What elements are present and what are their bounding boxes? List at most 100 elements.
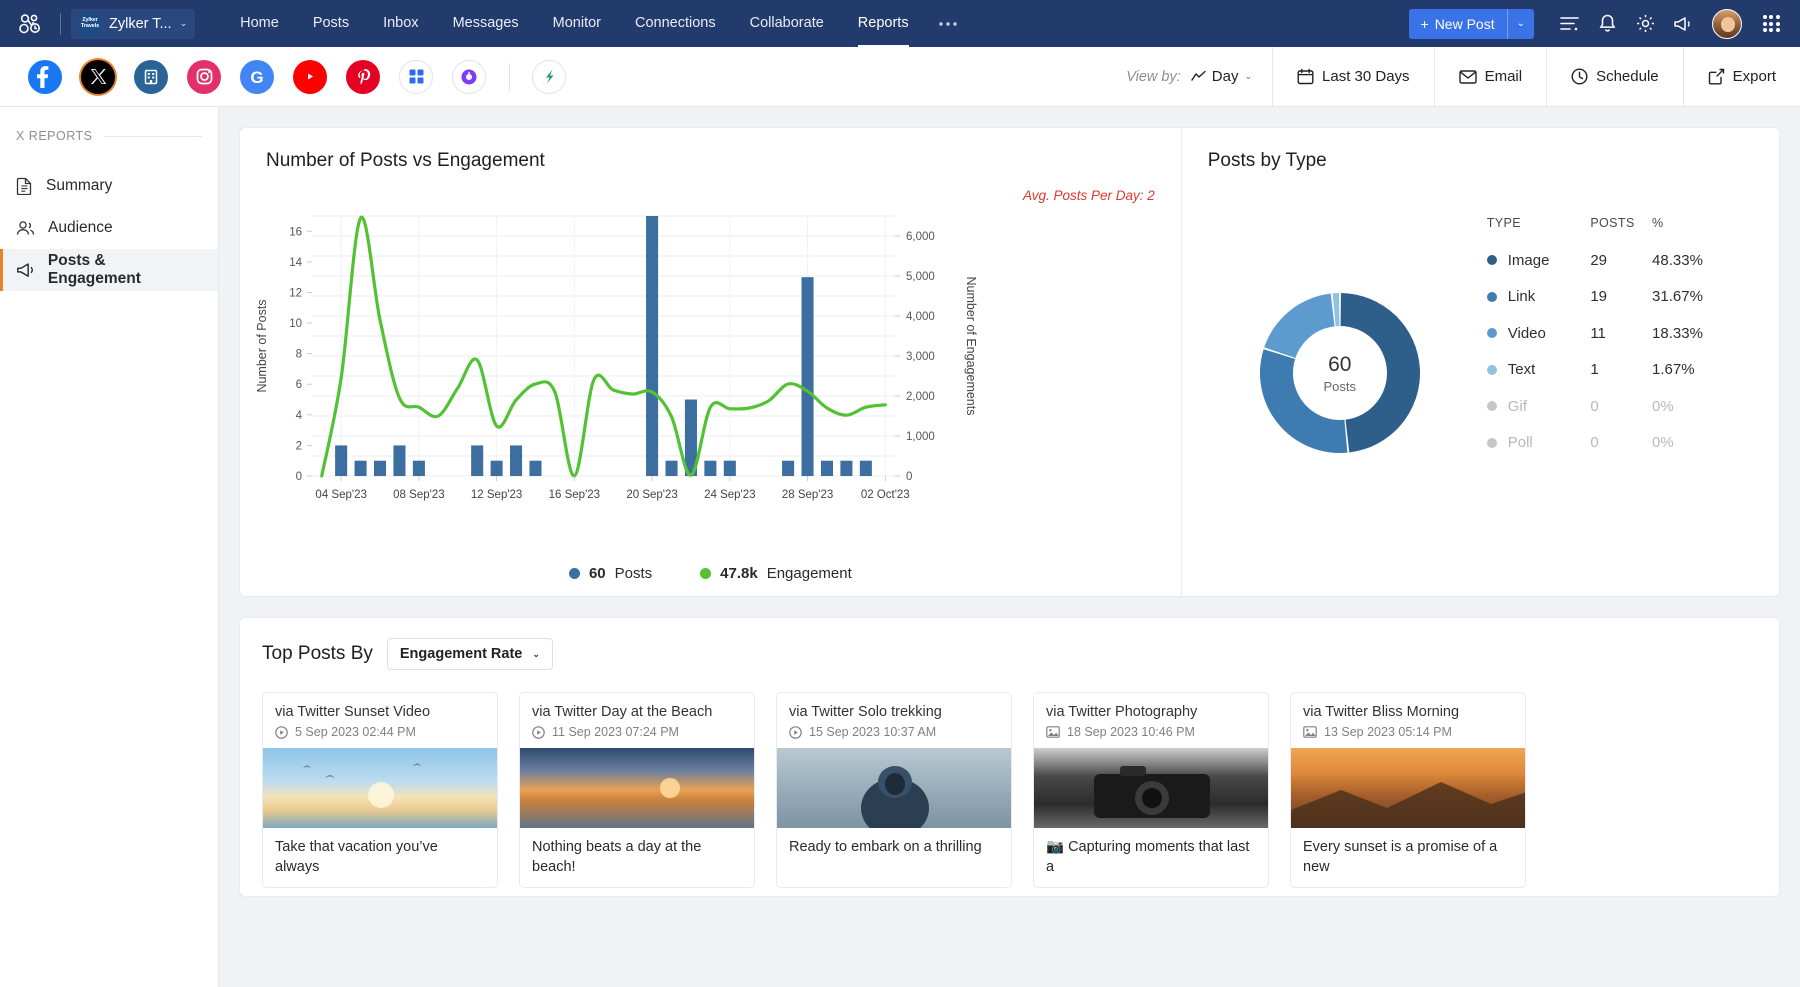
donut-total-value: 60 bbox=[1328, 352, 1352, 376]
sidebar-heading-rule bbox=[104, 135, 202, 137]
top-posts-panel: Top Posts By Engagement Rate ⌄ via Twitt… bbox=[239, 617, 1780, 897]
date-range-button[interactable]: Last 30 Days bbox=[1272, 46, 1434, 107]
posts-by-type-donut: 60 Posts bbox=[1200, 248, 1480, 498]
sidebar-item-label: Summary bbox=[46, 177, 113, 194]
svg-text:12: 12 bbox=[289, 287, 302, 299]
legend-item-engagement[interactable]: 47.8k Engagement bbox=[700, 565, 852, 582]
post-thumbnail bbox=[520, 748, 754, 828]
new-post-button[interactable]: + New Post ⌄ bbox=[1408, 8, 1534, 39]
post-text: 📷 Capturing moments that last a bbox=[1046, 839, 1250, 875]
svg-text:28 Sep'23: 28 Sep'23 bbox=[782, 489, 833, 501]
svg-text:10: 10 bbox=[289, 318, 302, 330]
channel-pinterest[interactable] bbox=[346, 59, 380, 94]
panel-title: Number of Posts vs Engagement bbox=[266, 150, 545, 171]
video-icon bbox=[275, 725, 288, 739]
gear-icon[interactable] bbox=[1628, 7, 1662, 41]
table-row[interactable]: Video 11 18.33% bbox=[1486, 315, 1722, 352]
brand-name: Zylker T... bbox=[109, 15, 172, 32]
chevron-down-icon: ⌄ bbox=[179, 18, 188, 28]
brand-logo: Zylker Travels bbox=[79, 12, 101, 35]
channel-divider bbox=[509, 62, 510, 91]
svg-text:2,000: 2,000 bbox=[906, 391, 935, 403]
megaphone-icon bbox=[17, 262, 33, 277]
app-logo-icon[interactable] bbox=[12, 9, 50, 39]
type-color-dot bbox=[1486, 328, 1497, 339]
posts-vs-engagement-panel: Number of Posts vs Engagement Avg. Posts… bbox=[240, 128, 1182, 596]
schedule-label: Schedule bbox=[1596, 68, 1659, 85]
svg-text:02 Oct'23: 02 Oct'23 bbox=[861, 489, 910, 501]
channel-x-twitter[interactable] bbox=[81, 59, 115, 94]
post-source: via Twitter Sunset Video bbox=[275, 704, 431, 720]
cell-type: Link bbox=[1507, 288, 1536, 306]
column-header-posts: POSTS bbox=[1590, 216, 1635, 230]
post-thumbnail bbox=[263, 748, 497, 828]
schedule-button[interactable]: Schedule bbox=[1546, 46, 1683, 107]
sidebar-item-posts-engagement[interactable]: Posts & Engagement bbox=[0, 249, 218, 291]
svg-text:24 Sep'23: 24 Sep'23 bbox=[704, 489, 755, 501]
channel-zoho-extra[interactable] bbox=[532, 59, 566, 94]
chevron-down-icon: ⌄ bbox=[532, 648, 540, 659]
nav-item-posts[interactable]: Posts bbox=[296, 0, 366, 47]
view-by-value: Day bbox=[1211, 68, 1239, 85]
svg-text:5,000: 5,000 bbox=[906, 271, 935, 283]
post-card[interactable]: via Twitter Photography 18 Sep 2023 10:4… bbox=[1033, 692, 1269, 889]
nav-item-inbox[interactable]: Inbox bbox=[366, 0, 435, 47]
top-posts-title: Top Posts By bbox=[262, 643, 373, 664]
post-date: 18 Sep 2023 10:46 PM bbox=[1067, 725, 1195, 739]
table-row[interactable]: Image 29 48.33% bbox=[1486, 242, 1722, 279]
video-icon bbox=[789, 725, 802, 739]
nav-item-home[interactable]: Home bbox=[223, 0, 296, 47]
nav-item-monitor[interactable]: Monitor bbox=[536, 0, 618, 47]
new-post-dropdown-icon[interactable]: ⌄ bbox=[1508, 18, 1534, 29]
user-avatar[interactable] bbox=[1712, 8, 1742, 39]
video-icon bbox=[532, 725, 545, 739]
type-color-dot bbox=[1486, 291, 1497, 302]
apps-grid-icon[interactable] bbox=[1754, 7, 1788, 41]
nav-item-collaborate[interactable]: Collaborate bbox=[733, 0, 841, 47]
sidebar-item-audience[interactable]: Audience bbox=[0, 207, 218, 249]
post-card[interactable]: via Twitter Day at the Beach 11 Sep 2023… bbox=[519, 692, 755, 889]
chart-legend: 60 Posts 47.8k Engagement bbox=[240, 565, 1181, 582]
people-icon bbox=[16, 221, 35, 235]
post-source: via Twitter Photography bbox=[1046, 704, 1198, 720]
view-by-label: View by: bbox=[1126, 68, 1181, 85]
svg-text:08 Sep'23: 08 Sep'23 bbox=[393, 489, 444, 501]
svg-text:0: 0 bbox=[906, 471, 912, 483]
post-thumbnail bbox=[777, 748, 1011, 828]
post-card[interactable]: via Twitter Sunset Video 5 Sep 2023 02:4… bbox=[262, 692, 498, 889]
legend-value-posts: 60 bbox=[588, 565, 606, 582]
sidebar-item-summary[interactable]: Summary bbox=[0, 165, 218, 207]
legend-dot-engagement bbox=[700, 568, 712, 579]
nav-item-connections[interactable]: Connections bbox=[618, 0, 733, 47]
channel-linkedin[interactable] bbox=[134, 59, 168, 94]
post-card[interactable]: via Twitter Bliss Morning 13 Sep 2023 05… bbox=[1290, 692, 1526, 889]
bell-icon[interactable] bbox=[1590, 7, 1624, 41]
nav-more-icon[interactable] bbox=[926, 21, 970, 27]
email-button[interactable]: Email bbox=[1433, 46, 1547, 107]
view-by-control: View by: Day ⌄ bbox=[1106, 47, 1272, 107]
channel-tiktok[interactable] bbox=[452, 59, 486, 94]
report-toolbar: View by: Day ⌄ Last 30 Days Email Schedu… bbox=[1106, 46, 1800, 107]
table-row[interactable]: Text 1 1.67% bbox=[1486, 352, 1722, 389]
nav-item-reports[interactable]: Reports bbox=[841, 0, 926, 47]
channel-google-business[interactable]: G bbox=[240, 59, 274, 94]
svg-text:8: 8 bbox=[296, 349, 302, 361]
export-button[interactable]: Export bbox=[1682, 46, 1800, 107]
channel-facebook[interactable] bbox=[28, 59, 62, 94]
brand-selector[interactable]: Zylker Travels Zylker T... ⌄ bbox=[71, 8, 196, 39]
view-by-select[interactable]: Day ⌄ bbox=[1191, 68, 1252, 85]
list-icon[interactable] bbox=[1552, 7, 1586, 41]
table-row[interactable]: Poll 0 0% bbox=[1486, 425, 1722, 462]
post-card[interactable]: via Twitter Solo trekking 15 Sep 2023 10… bbox=[776, 692, 1012, 889]
channel-youtube[interactable] bbox=[293, 59, 327, 94]
table-row[interactable]: Gif 0 0% bbox=[1486, 388, 1722, 425]
post-text: Nothing beats a day at the beach! bbox=[532, 839, 702, 875]
top-posts-sort-select[interactable]: Engagement Rate ⌄ bbox=[386, 638, 553, 670]
table-row[interactable]: Link 19 31.67% bbox=[1486, 279, 1722, 316]
channel-instagram[interactable] bbox=[187, 59, 221, 94]
channel-mastodon[interactable] bbox=[399, 59, 433, 94]
legend-item-posts[interactable]: 60 Posts bbox=[568, 565, 652, 582]
nav-item-messages[interactable]: Messages bbox=[436, 0, 536, 47]
svg-text:Number of Engagements: Number of Engagements bbox=[964, 277, 978, 416]
megaphone-icon[interactable] bbox=[1666, 7, 1700, 41]
